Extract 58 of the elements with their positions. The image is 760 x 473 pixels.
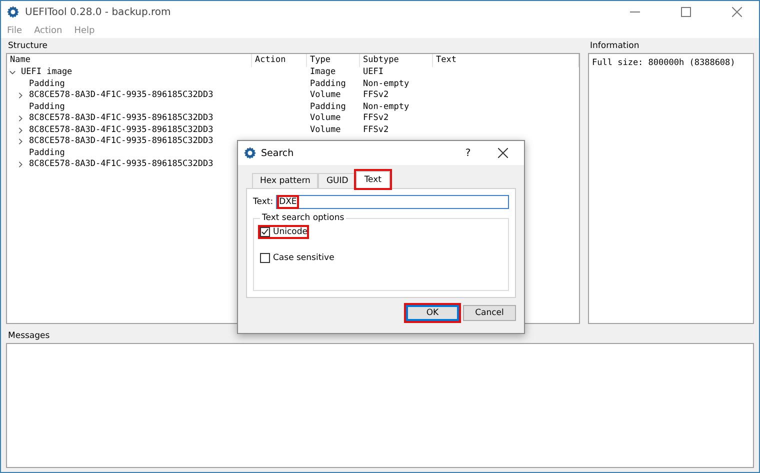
table-cell-text: FFSv2 (362, 124, 390, 136)
chevron-icon[interactable] (17, 161, 24, 168)
table-cell-text: Volume (309, 113, 342, 124)
tree-item-name[interactable]: 8C8CE578-8A3D-4F1C-9935-896185C32DD3 (26, 136, 214, 148)
dialog-button[interactable]: OK (406, 305, 459, 321)
table-cell-text: UEFI (362, 67, 384, 78)
table-cell-text: Non-empty (362, 78, 410, 90)
help-button[interactable]: ? (453, 148, 483, 158)
table-cell-text: FFSv2 (362, 90, 390, 102)
tree-item-name[interactable]: UEFI image (18, 67, 72, 78)
tab[interactable]: GUID (318, 173, 356, 188)
close-icon[interactable] (498, 148, 508, 158)
menu-item[interactable]: Action (34, 26, 62, 36)
dialog-title: Search (261, 148, 295, 158)
tree-item-name[interactable]: 8C8CE578-8A3D-4F1C-9935-896185C32DD3 (26, 159, 214, 170)
section-label: Information (589, 40, 640, 53)
window-title: UEFITool 0.28.0 - backup.rom (25, 6, 172, 18)
dialog-button[interactable]: Cancel (463, 305, 516, 321)
tree-item-name[interactable]: 8C8CE578-8A3D-4F1C-9935-896185C32DD3 (26, 113, 214, 124)
tree-item-name[interactable]: Padding (26, 102, 65, 113)
info-text: Full size: 800000h (8388608) (591, 57, 736, 70)
chevron-icon[interactable] (17, 138, 24, 146)
column-header[interactable]: Text (433, 54, 579, 67)
gear-icon (244, 147, 256, 159)
column-header[interactable]: Name (7, 54, 252, 67)
tree-item-name[interactable]: Padding (26, 148, 65, 159)
table-cell-text: Volume (309, 90, 342, 102)
section-label: Messages (7, 330, 51, 343)
field-value: DXE (279, 197, 297, 207)
table-cell-text: Volume (309, 124, 342, 136)
column-header[interactable]: Action (252, 54, 307, 67)
column-header[interactable]: Type (307, 54, 360, 67)
menu-item[interactable]: File (7, 26, 22, 36)
tree-item-name[interactable]: 8C8CE578-8A3D-4F1C-9935-896185C32DD3 (26, 124, 214, 136)
maximize-icon[interactable] (680, 7, 690, 17)
chevron-icon[interactable] (17, 126, 24, 134)
tree-item-name[interactable]: Padding (26, 78, 65, 90)
text-field[interactable]: DXE (276, 195, 509, 209)
checkbox[interactable]: Unicode (260, 227, 308, 237)
table-cell-text: FFSv2 (362, 113, 390, 124)
checkbox[interactable]: Case sensitive (260, 253, 334, 263)
chevron-icon[interactable] (17, 115, 24, 122)
tab[interactable]: Text (356, 171, 390, 188)
group-label: Text search options (260, 213, 346, 223)
column-header[interactable]: Subtype (360, 54, 433, 67)
table-cell-text: Non-empty (362, 102, 410, 113)
section-label: Structure (7, 40, 49, 53)
table-cell-text: Padding (309, 78, 347, 90)
tree-item-name[interactable]: 8C8CE578-8A3D-4F1C-9935-896185C32DD3 (26, 90, 214, 102)
gear-icon (7, 6, 19, 18)
field-label: Text: (253, 197, 274, 207)
table-cell-text: Padding (309, 102, 347, 113)
chevron-icon[interactable] (9, 69, 16, 76)
table-cell-text: Image (309, 67, 337, 78)
chevron-icon[interactable] (17, 92, 24, 100)
tab[interactable]: Hex pattern (252, 173, 318, 188)
checkmark-icon (261, 228, 269, 236)
menu-item[interactable]: Help (74, 26, 95, 36)
